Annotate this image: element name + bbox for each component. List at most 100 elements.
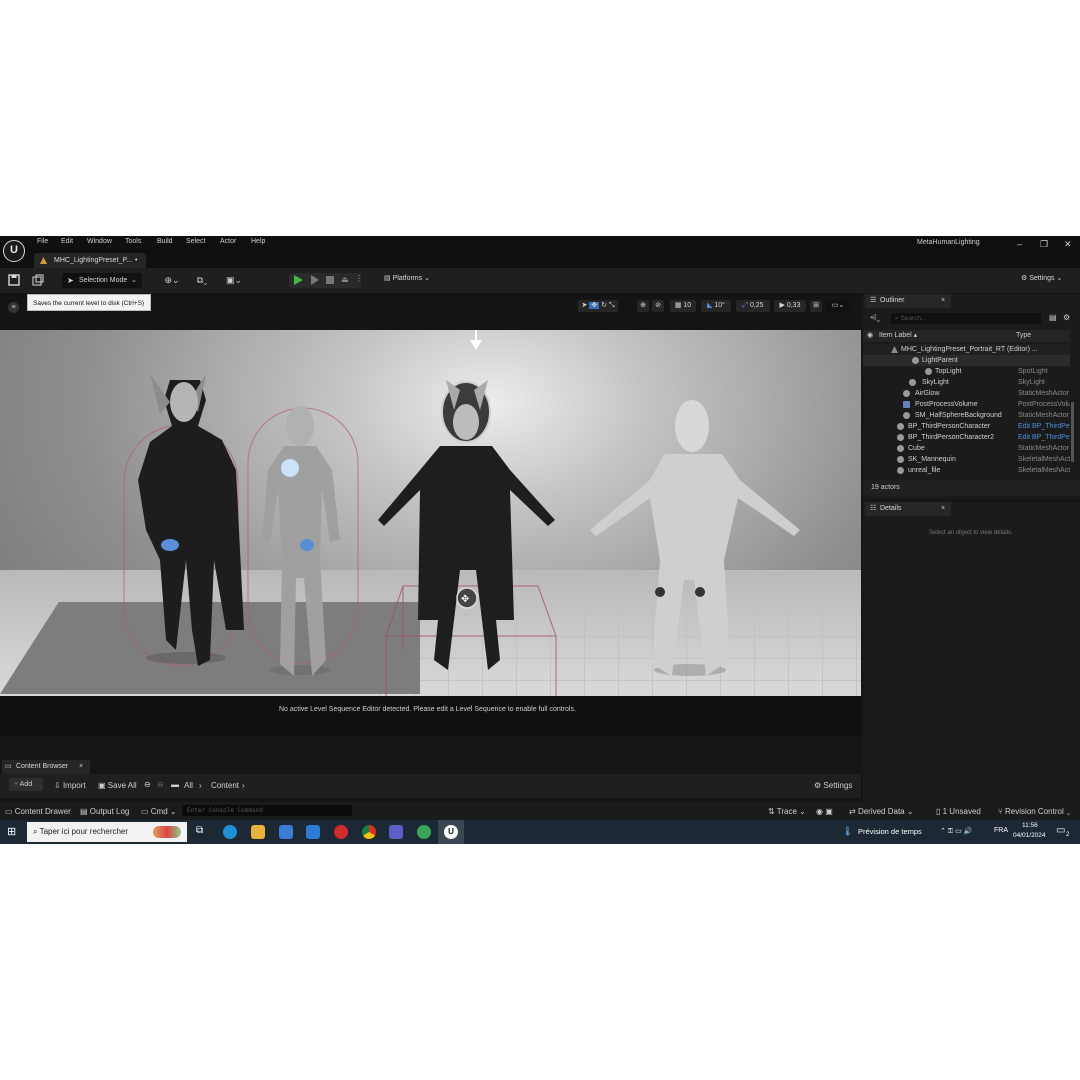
chrome-icon[interactable] (362, 825, 376, 839)
scale-snap[interactable]: ⤢ 0,25 (736, 300, 770, 312)
save-icon[interactable] (8, 274, 20, 286)
taskbar-search-input[interactable]: ⌕ Taper ici pour rechercher (27, 822, 187, 842)
record-icon[interactable]: ◉ ▣ (816, 807, 833, 816)
level-tab[interactable]: MHC_LightingPreset_P... • (34, 253, 146, 268)
language-indicator[interactable]: FRA (994, 827, 1008, 834)
close-icon[interactable]: × (941, 294, 945, 308)
hamburger-menu-icon[interactable]: ≡ (8, 302, 19, 313)
outliner-row[interactable]: SM_HalfSphereBackground StaticMeshActor (863, 410, 1070, 421)
close-icon[interactable]: × (941, 502, 945, 516)
more-options-icon[interactable]: ⋮ (355, 274, 363, 283)
weather-label[interactable]: Prévision de temps (858, 827, 922, 836)
outliner-row[interactable]: PostProcessVolume PostProcessVolume (863, 399, 1070, 410)
menu-help[interactable]: Help (251, 238, 265, 245)
cinematics-icon[interactable]: ▣⌄ (224, 274, 244, 286)
cmd-dropdown[interactable]: ▭ Cmd ⌄ (141, 807, 177, 816)
close-button[interactable]: ✕ (1064, 239, 1072, 250)
back-icon[interactable]: ⊖ (144, 780, 151, 789)
settings-button[interactable]: ⚙ Settings ⌄ (1021, 274, 1062, 282)
outliner-row[interactable]: MHC_LightingPreset_Portrait_RT (Editor) … (863, 344, 1070, 355)
selection-mode-dropdown[interactable]: ➤ Selection Mode ⌄ (62, 273, 142, 288)
path-content[interactable]: Content (211, 781, 239, 790)
layout-icon[interactable]: ⊞ (810, 300, 822, 312)
menu-select[interactable]: Select (186, 238, 205, 245)
unsaved-button[interactable]: ▯ 1 Unsaved (936, 807, 981, 816)
world-local-icon[interactable]: ⊕ (637, 300, 649, 312)
add-actor-icon[interactable]: ⊕⌄ (162, 274, 182, 286)
translate-icon[interactable]: ✥ (589, 302, 600, 309)
level-viewport[interactable]: ≡ ➤ ✥ ↻ ⤡ ⊕ ⊘ ▦ 10 ◣ 10° ⤢ 0,25 ▶ 0,33 ⊞… (0, 294, 861, 736)
clock-time[interactable]: 11:56 (1022, 822, 1038, 829)
edit-blueprint-link[interactable]: Edit BP_ThirdPersonCharacter (1018, 421, 1070, 432)
outliner-row[interactable]: SkyLight SkyLight (863, 377, 1070, 388)
forward-icon[interactable]: ⊖ (157, 780, 164, 789)
minimize-button[interactable]: – (1017, 239, 1022, 249)
rotation-snap[interactable]: ◣ 10° (701, 300, 731, 312)
microsoft-store-icon[interactable] (279, 825, 293, 839)
content-drawer-button[interactable]: ▭ Content Drawer (5, 807, 71, 816)
derived-data-button[interactable]: ⇄ Derived Data ⌄ (849, 807, 914, 816)
outliner-row[interactable]: AirGlow StaticMeshActor (863, 388, 1070, 399)
select-icon[interactable]: ➤ (581, 302, 587, 309)
edge-icon[interactable] (223, 825, 237, 839)
search-input[interactable]: ⌕ Search... (891, 313, 1041, 324)
windows-start-icon[interactable]: ⊞ (7, 825, 16, 838)
content-settings-button[interactable]: ⚙ Settings (814, 781, 852, 790)
outliner-row[interactable]: TopLight SpotLight (863, 366, 1070, 377)
system-tray-icons[interactable]: ⌃ ⚿ ▭ 🔊 (940, 827, 972, 836)
add-folder-icon[interactable]: ▤ (1049, 313, 1057, 322)
save-all-button[interactable]: ▣ Save All (98, 781, 137, 790)
filter-icon[interactable]: ⩤⌄ (870, 313, 880, 323)
menu-build[interactable]: Build (157, 238, 173, 245)
maximize-button[interactable]: ❐ (1040, 239, 1048, 250)
blueprint-icon[interactable]: ⧉⌄ (192, 274, 212, 286)
path-all[interactable]: All (184, 781, 193, 790)
menu-actor[interactable]: Actor (220, 238, 236, 245)
file-explorer-icon[interactable] (251, 825, 265, 839)
mail-icon[interactable] (306, 825, 320, 839)
outliner-tab[interactable]: ☰ Outliner × (865, 294, 951, 308)
stop-icon[interactable] (326, 276, 334, 284)
details-tab[interactable]: ☷ Details × (865, 502, 951, 516)
grid-snap[interactable]: ▦ 10 (670, 300, 696, 312)
menu-window[interactable]: Window (87, 238, 112, 245)
menu-edit[interactable]: Edit (61, 238, 73, 245)
platforms-button[interactable]: ▤ Platforms ⌄ (384, 274, 430, 282)
camera-speed[interactable]: ▶ 0,33 (774, 300, 806, 312)
viewport-layout-icon[interactable]: ▭⌄ (826, 300, 850, 312)
gear-icon[interactable]: ⚙ (1063, 313, 1070, 322)
unreal-taskbar-button[interactable]: U (438, 820, 464, 844)
content-browser-tab[interactable]: ▭ Content Browser × (2, 760, 90, 774)
import-button[interactable]: ⇩ Import (54, 781, 86, 790)
output-log-button[interactable]: ▤ Output Log (80, 807, 129, 816)
trace-button[interactable]: ⇅ Trace ⌄ (768, 807, 806, 816)
transform-tools[interactable]: ➤ ✥ ↻ ⤡ (578, 300, 618, 312)
rotate-icon[interactable]: ↻ (601, 302, 607, 309)
scale-icon[interactable]: ⤡ (609, 302, 615, 309)
add-button[interactable]: + Add (9, 778, 43, 791)
console-input[interactable]: Enter Console Command (182, 805, 352, 816)
teams-icon[interactable] (389, 825, 403, 839)
outliner-row[interactable]: BP_ThirdPersonCharacter2 Edit BP_ThirdPer… (863, 432, 1070, 443)
unreal-logo-icon[interactable]: U (3, 240, 25, 262)
opera-icon[interactable] (334, 825, 348, 839)
close-icon[interactable]: × (79, 760, 83, 774)
eject-icon[interactable]: ⏏ (341, 275, 349, 284)
visibility-icon[interactable]: ◉ (867, 330, 873, 342)
edit-blueprint-link[interactable]: Edit BP_ThirdPersonCharacter (1018, 432, 1070, 443)
advance-frame-icon[interactable] (311, 275, 319, 285)
play-icon[interactable] (294, 275, 303, 285)
column-type[interactable]: Type (1016, 330, 1031, 342)
outliner-row[interactable]: LightParent (863, 355, 1070, 366)
column-item-label[interactable]: Item Label ▴ (879, 330, 917, 342)
menu-tools[interactable]: Tools (125, 238, 141, 245)
clock-date[interactable]: 04/01/2024 (1013, 832, 1046, 839)
outliner-row[interactable]: unreal_file SkeletalMeshActor (863, 465, 1070, 476)
3d-scene[interactable]: ✥ (0, 330, 861, 732)
revision-control-button[interactable]: ⑂ Revision Control ⌄ (998, 807, 1071, 816)
browse-icon[interactable] (32, 274, 44, 286)
outliner-row[interactable]: SK_Mannequin SkeletalMeshActor (863, 454, 1070, 465)
outliner-row[interactable]: BP_ThirdPersonCharacter Edit BP_ThirdPers… (863, 421, 1070, 432)
task-view-icon[interactable]: ⧉ (196, 825, 203, 836)
surface-snap-icon[interactable]: ⊘ (652, 300, 664, 312)
